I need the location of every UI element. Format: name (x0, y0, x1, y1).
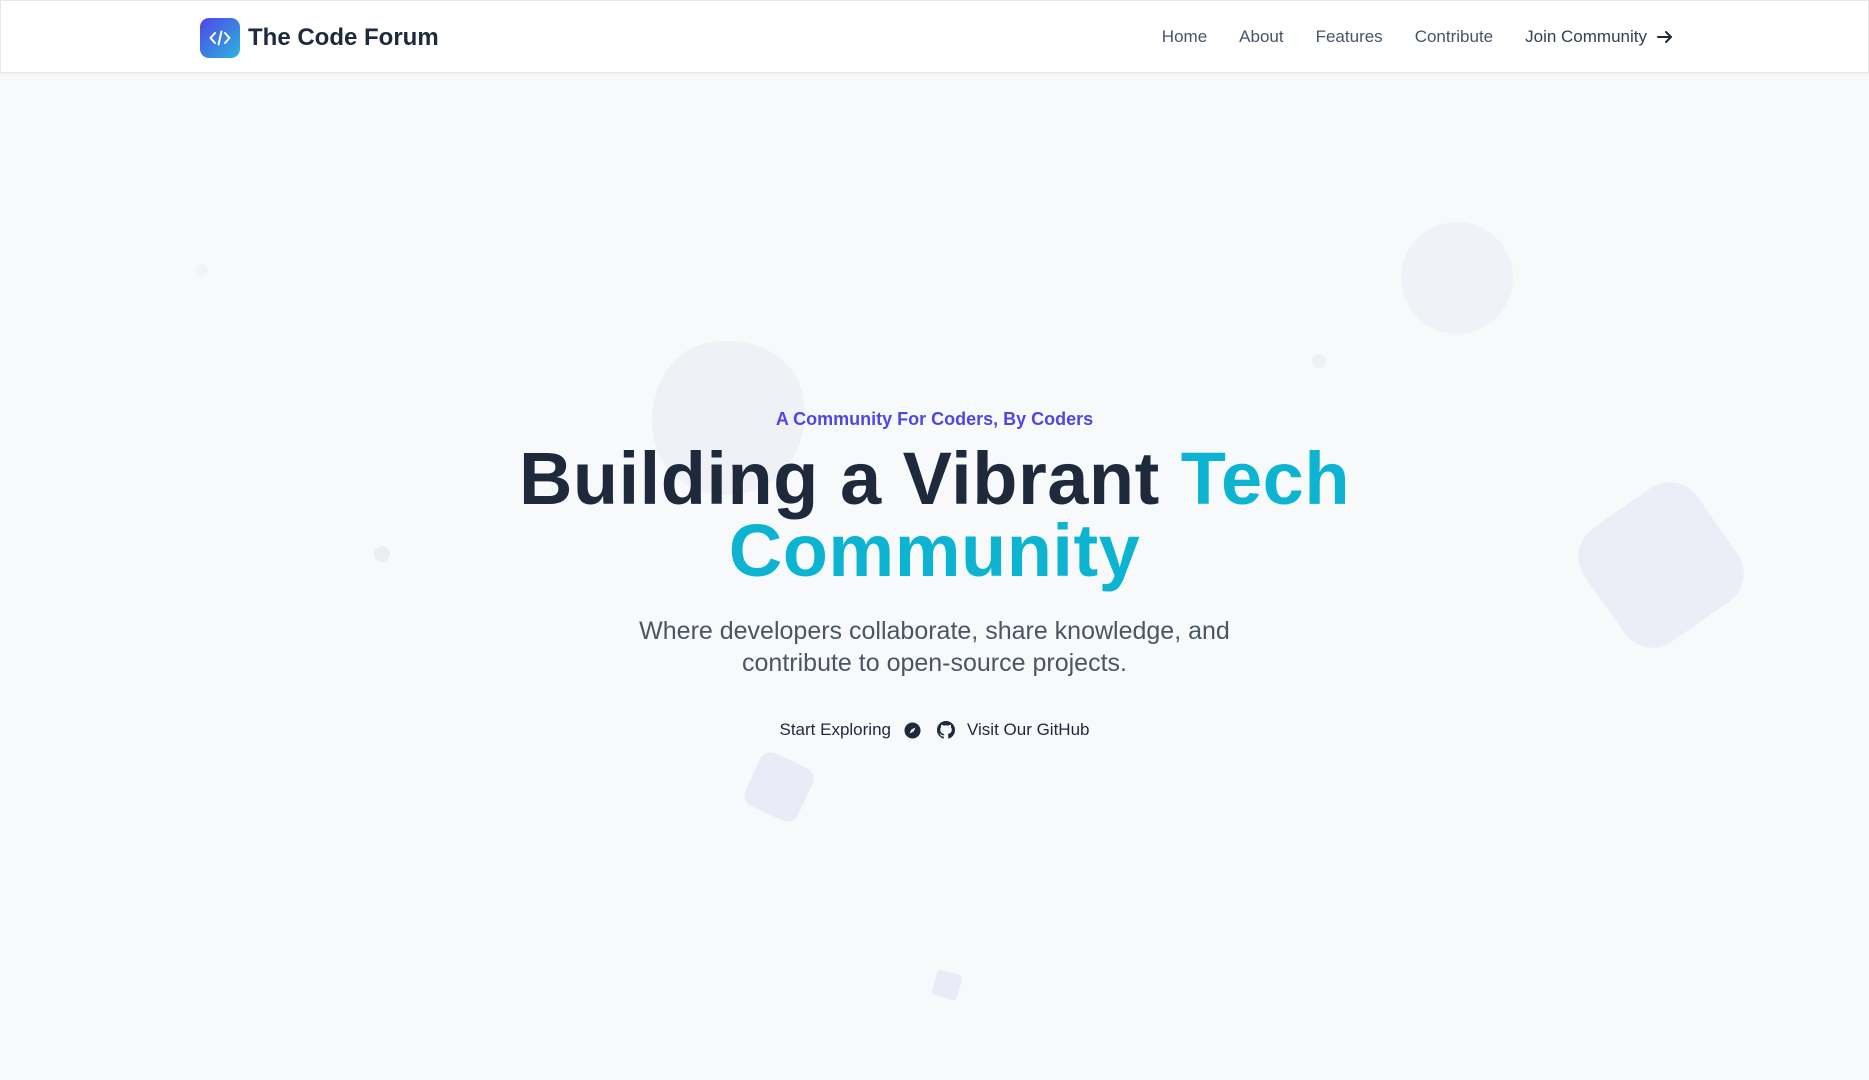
decorative-circle (1401, 222, 1513, 334)
join-community-label: Join Community (1525, 27, 1647, 46)
join-community-link[interactable]: Join Community (1525, 27, 1673, 47)
navbar: The Code Forum Home About Features Contr… (0, 0, 1869, 73)
start-exploring-label: Start Exploring (779, 720, 891, 739)
hero-eyebrow: A Community For Coders, By Coders (775, 409, 1094, 429)
decorative-square (931, 969, 963, 1001)
compass-icon (904, 722, 921, 738)
decorative-rounded-square (740, 748, 818, 826)
visit-github-button[interactable]: Visit Our GitHub (936, 720, 1090, 740)
hero-cta-group: Start Exploring Visit Our GitHub (0, 720, 1869, 740)
arrow-right-icon (1657, 31, 1672, 43)
headline-accent: Tech (1180, 437, 1351, 520)
hero-subtitle: Where developers collaborate, share know… (0, 615, 1869, 679)
hero-headline: Building a Vibrant Tech Community (0, 442, 1869, 588)
start-exploring-button[interactable]: Start Exploring (779, 720, 921, 740)
code-icon (200, 18, 240, 58)
main-nav: Home About Features Contribute Join Comm… (1130, 27, 1673, 47)
headline-accent: Community (728, 509, 1141, 592)
page: The Code Forum Home About Features Contr… (0, 0, 1869, 1080)
headline-main: Building a Vibrant (518, 437, 1181, 520)
decorative-dot (1312, 354, 1326, 368)
nav-home[interactable]: Home (1162, 27, 1207, 47)
visit-github-label: Visit Our GitHub (966, 720, 1090, 739)
nav-about[interactable]: About (1239, 27, 1283, 47)
brand-name: The Code Forum (248, 24, 439, 51)
nav-features[interactable]: Features (1316, 27, 1383, 47)
subtitle-line: contribute to open-source projects. (742, 649, 1127, 677)
nav-contribute[interactable]: Contribute (1415, 27, 1493, 47)
decorative-dot (196, 264, 208, 276)
github-icon (936, 721, 955, 739)
subtitle-line: Where developers collaborate, share know… (639, 617, 1230, 645)
brand-link[interactable]: The Code Forum (200, 18, 439, 58)
